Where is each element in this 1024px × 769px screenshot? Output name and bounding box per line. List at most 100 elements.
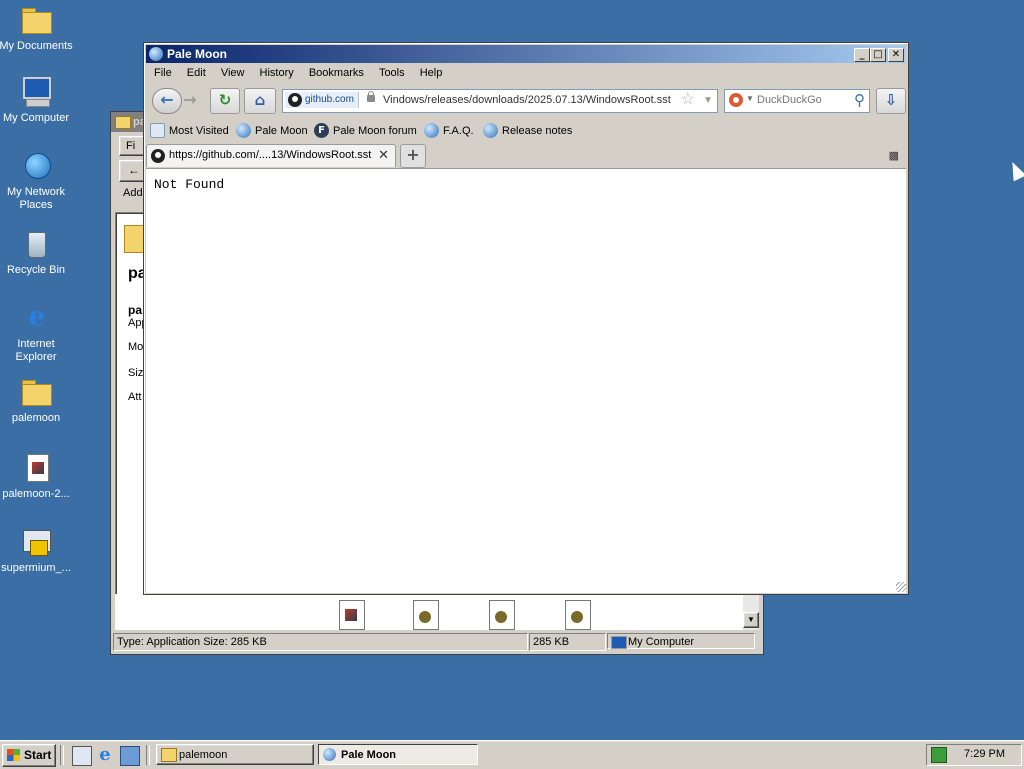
downloads-button[interactable]: ⇩ xyxy=(876,88,906,114)
back-arrow-icon: ← xyxy=(160,90,174,109)
internet-explorer-quicklaunch-icon[interactable]: e xyxy=(96,746,114,764)
details-name-small: pa xyxy=(128,303,143,317)
details-modified: Mo xyxy=(128,341,144,353)
windows-flag-icon xyxy=(7,749,20,761)
gear-file-icon[interactable] xyxy=(413,600,439,630)
desktop-icon-my-documents[interactable]: My Documents xyxy=(0,4,74,53)
recycle-bin-icon xyxy=(20,228,52,260)
bookmark-star-icon[interactable]: ☆ xyxy=(681,91,695,109)
search-engine-dropdown-icon[interactable]: ▼ xyxy=(746,94,754,103)
bookmark-faq[interactable]: F.A.Q. xyxy=(424,123,474,139)
new-tab-button[interactable]: + xyxy=(400,144,426,168)
desktop-icon-label: palemoon xyxy=(11,412,61,424)
url-dropdown-icon[interactable]: ▼ xyxy=(703,92,713,110)
bookmark-pale-moon-forum[interactable]: F Pale Moon forum xyxy=(314,123,417,139)
forward-arrow-icon: → xyxy=(183,90,197,109)
status-info: Type: Application Size: 285 KB xyxy=(113,633,528,651)
clock[interactable]: 7:29 PM xyxy=(964,748,1005,760)
bookmark-label: Pale Moon forum xyxy=(333,125,417,137)
bookmark-most-visited[interactable]: Most Visited xyxy=(150,123,229,139)
folder-icon xyxy=(161,748,177,762)
outlook-express-icon[interactable] xyxy=(120,746,140,766)
menu-edit[interactable]: Edit xyxy=(181,65,212,81)
task-button-palemoon-folder[interactable]: palemoon xyxy=(156,744,314,765)
desktop-icon-my-computer[interactable]: My Computer xyxy=(0,76,74,125)
url-bar[interactable]: github.com Vindows/releases/downloads/20… xyxy=(282,89,718,113)
details-attributes: Att xyxy=(128,391,142,403)
page-content[interactable]: Not Found xyxy=(146,168,906,593)
pale-moon-icon xyxy=(149,47,163,61)
desktop-icon-network-places[interactable]: My Network Places xyxy=(0,150,74,212)
desktop-icon-label: My Documents xyxy=(0,40,73,52)
globe-icon xyxy=(236,123,251,138)
gear-file-icon[interactable] xyxy=(565,600,591,630)
resize-grip[interactable] xyxy=(896,582,906,592)
network-places-icon xyxy=(20,150,52,182)
task-label: palemoon xyxy=(179,749,228,761)
menu-label: Fi xyxy=(126,140,136,152)
desktop-icon-palemoon-folder[interactable]: palemoon xyxy=(0,376,74,425)
url-text[interactable]: Vindows/releases/downloads/2025.07.13/Wi… xyxy=(383,93,673,108)
tab-strip: https://github.com/....13/WindowsRoot.ss… xyxy=(146,144,904,168)
my-computer-icon xyxy=(20,76,52,108)
menu-help[interactable]: Help xyxy=(414,65,449,81)
bookmark-folder-icon xyxy=(150,123,165,138)
site-identity-button[interactable]: github.com xyxy=(285,92,359,108)
tab-active[interactable]: https://github.com/....13/WindowsRoot.ss… xyxy=(146,144,396,167)
search-bar[interactable]: ▼ DuckDuckGo ⚲ xyxy=(724,89,870,113)
close-button[interactable]: ✕ xyxy=(888,48,904,62)
menu-view[interactable]: View xyxy=(215,65,251,81)
network-tray-icon[interactable] xyxy=(931,747,947,763)
installer-file-icon[interactable] xyxy=(339,600,365,630)
menu-history[interactable]: History xyxy=(254,65,300,81)
internet-explorer-icon: e xyxy=(28,302,46,332)
taskbar-separator xyxy=(60,745,64,765)
mouse-cursor-icon xyxy=(1006,159,1024,182)
bookmark-pale-moon[interactable]: Pale Moon xyxy=(236,123,308,139)
explorer-address-label: Add xyxy=(119,184,145,202)
pale-moon-icon xyxy=(323,748,336,761)
minimize-button[interactable]: _ xyxy=(854,48,870,62)
desktop-icon-label: My Network Places xyxy=(6,186,66,211)
lock-icon xyxy=(367,91,375,102)
desktop-icon-label: palemoon-2... xyxy=(2,488,70,500)
forum-icon: F xyxy=(314,123,329,138)
scroll-down-button[interactable]: ▼ xyxy=(743,612,759,628)
reload-button[interactable]: ↻ xyxy=(210,88,240,114)
desktop-icon-internet-explorer[interactable]: e Internet Explorer xyxy=(0,302,74,364)
menu-bookmarks[interactable]: Bookmarks xyxy=(303,65,370,81)
browser-menubar: File Edit View History Bookmarks Tools H… xyxy=(148,65,448,83)
task-button-pale-moon[interactable]: Pale Moon xyxy=(318,744,478,765)
site-domain: github.com xyxy=(305,94,354,105)
taskbar-separator xyxy=(146,745,150,765)
maximize-button[interactable]: □ xyxy=(870,48,886,62)
show-desktop-icon[interactable] xyxy=(72,746,92,766)
globe-icon xyxy=(483,123,498,138)
duckduckgo-icon[interactable] xyxy=(729,93,743,107)
start-button[interactable]: Start xyxy=(2,744,56,767)
gear-file-icon[interactable] xyxy=(489,600,515,630)
globe-icon xyxy=(424,123,439,138)
status-size: 285 KB xyxy=(529,633,606,651)
bookmark-release-notes[interactable]: Release notes xyxy=(483,123,572,139)
folder-icon xyxy=(20,376,52,408)
page-text: Not Found xyxy=(154,177,225,192)
explorer-scrollbar[interactable]: ▼ xyxy=(743,594,759,630)
tab-list-icon[interactable]: ▩ xyxy=(889,149,899,162)
desktop-icon-supermium[interactable]: supermium_... xyxy=(0,526,74,575)
menu-tools[interactable]: Tools xyxy=(373,65,411,81)
browser-window[interactable]: Pale Moon _ □ ✕ File Edit View History B… xyxy=(143,42,909,595)
forward-button[interactable]: → xyxy=(178,88,202,112)
home-button[interactable]: ⌂ xyxy=(244,88,276,114)
explorer-file-list[interactable] xyxy=(115,594,745,630)
desktop-icon-palemoon-installer[interactable]: palemoon-2... xyxy=(0,452,74,501)
search-icon[interactable]: ⚲ xyxy=(854,91,865,109)
system-tray: 7:29 PM xyxy=(926,744,1022,766)
browser-titlebar[interactable]: Pale Moon _ □ ✕ xyxy=(146,45,906,63)
back-arrow-icon: ← xyxy=(128,163,140,177)
desktop-icon-recycle-bin[interactable]: Recycle Bin xyxy=(0,228,74,277)
github-icon xyxy=(288,93,302,107)
menu-file[interactable]: File xyxy=(148,65,178,81)
close-tab-icon[interactable]: ✕ xyxy=(378,147,389,163)
folder-icon xyxy=(115,116,131,129)
